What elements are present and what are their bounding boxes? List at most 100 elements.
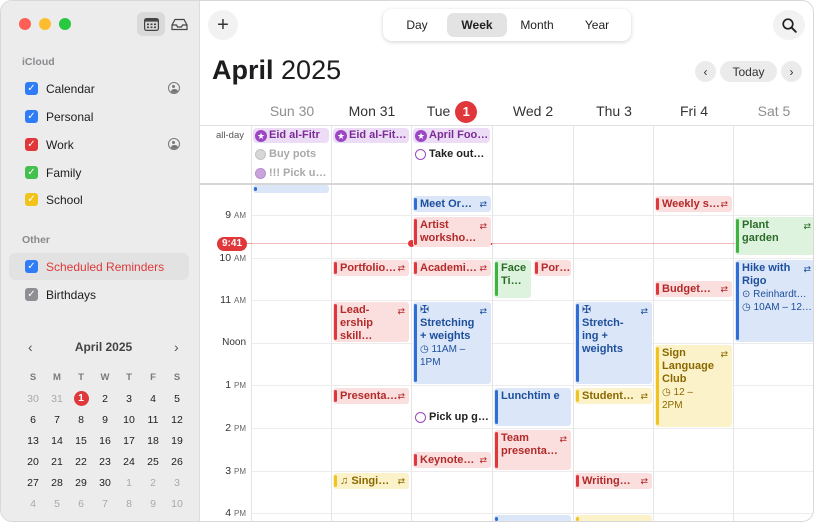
mini-calendar-day[interactable]: 19: [165, 435, 189, 447]
mini-calendar-day[interactable]: 9: [141, 498, 165, 510]
zoom-window-button[interactable]: [59, 18, 71, 30]
all-day-event[interactable]: ★ April Foo…: [413, 128, 490, 143]
calendar-event[interactable]: ✠ Stretch-ing + weights ⇄: [575, 302, 652, 384]
minimize-window-button[interactable]: [39, 18, 51, 30]
reminder-item[interactable]: Pick up g…: [412, 410, 491, 425]
calendar-item-calendar[interactable]: ✓ Calendar: [9, 75, 189, 102]
mini-calendar-day[interactable]: 25: [141, 456, 165, 468]
mini-calendar-day[interactable]: 1: [117, 477, 141, 489]
shared-person-icon[interactable]: [168, 138, 180, 150]
mini-calendar-day[interactable]: 10: [165, 498, 189, 510]
mini-calendar-day[interactable]: 16: [93, 435, 117, 447]
mini-calendar-next-button[interactable]: ›: [174, 339, 179, 355]
mini-calendar-day[interactable]: 2: [141, 477, 165, 489]
calendar-event[interactable]: Team presenta… ⇄: [494, 430, 571, 470]
day-header-sun[interactable]: Sun 30: [252, 103, 332, 125]
calendar-item-scheduled-reminders[interactable]: ✓ Scheduled Reminders: [9, 253, 189, 280]
calendar-event[interactable]: [575, 515, 652, 521]
mini-calendar-day[interactable]: 21: [45, 456, 69, 468]
mini-calendar-day[interactable]: 30: [93, 477, 117, 489]
mini-calendar-day[interactable]: 12: [165, 414, 189, 426]
day-header-wed[interactable]: Wed 2: [492, 103, 574, 125]
mini-calendar-day[interactable]: 17: [117, 435, 141, 447]
mini-calendar-day[interactable]: 23: [93, 456, 117, 468]
reminder-item[interactable]: Take out…: [412, 147, 490, 162]
view-week-button[interactable]: Week: [447, 13, 507, 37]
view-day-button[interactable]: Day: [387, 13, 447, 37]
mini-calendar-day[interactable]: 1: [69, 391, 93, 406]
checkbox-scheduled-reminders[interactable]: ✓: [25, 260, 38, 273]
calendar-event[interactable]: [494, 515, 571, 521]
inbox-button[interactable]: [165, 12, 193, 36]
all-day-event[interactable]: ★ Eid al-Fitr: [253, 128, 329, 143]
all-day-event[interactable]: ★ Eid al-Fit…: [333, 128, 409, 143]
calendar-event[interactable]: Portfolio… ⇄: [333, 260, 409, 276]
close-window-button[interactable]: [19, 18, 31, 30]
mini-calendar-day[interactable]: 5: [165, 393, 189, 405]
calendar-item-school[interactable]: ✓ School: [9, 186, 189, 213]
mini-calendar-day[interactable]: 10: [117, 414, 141, 426]
mini-calendar-day[interactable]: 6: [69, 498, 93, 510]
mini-calendar-day[interactable]: 31: [45, 393, 69, 405]
calendar-event[interactable]: ♫ Singi… ⇄: [333, 473, 409, 489]
mini-calendar-day[interactable]: 18: [141, 435, 165, 447]
calendar-event[interactable]: Keynote… ⇄: [413, 452, 491, 468]
calendar-event[interactable]: [253, 185, 329, 193]
calendar-event[interactable]: Writing… ⇄: [575, 473, 652, 489]
mini-calendar-day[interactable]: 2: [93, 393, 117, 405]
calendar-item-personal[interactable]: ✓ Personal: [9, 103, 189, 130]
calendar-event[interactable]: Meet Or… ⇄: [413, 196, 491, 212]
calendar-event[interactable]: Academi… ⇄: [413, 260, 491, 276]
mini-calendar-day[interactable]: 22: [69, 456, 93, 468]
reminder-circle-icon[interactable]: [415, 148, 426, 160]
calendar-event[interactable]: Presenta… ⇄: [333, 388, 409, 404]
calendar-list-toggle-button[interactable]: [137, 12, 165, 36]
mini-calendar-day[interactable]: 11: [141, 414, 165, 426]
calendar-item-birthdays[interactable]: ✓ Birthdays: [9, 281, 189, 308]
calendar-event[interactable]: Face Ti…: [494, 260, 531, 298]
mini-calendar-day[interactable]: 20: [21, 456, 45, 468]
reminder-circle-icon[interactable]: [415, 411, 426, 423]
calendar-event[interactable]: Plant garden ⇄: [735, 217, 813, 255]
calendar-event[interactable]: Hike with Rigo ⊙ Reinhardt… ◷ 10AM – 12……: [735, 260, 813, 342]
view-year-button[interactable]: Year: [567, 13, 627, 37]
mini-calendar-day[interactable]: 9: [93, 414, 117, 426]
previous-week-button[interactable]: ‹: [695, 61, 716, 82]
add-event-button[interactable]: +: [208, 10, 238, 40]
calendar-event[interactable]: Student… ⇄: [575, 388, 652, 404]
mini-calendar-day[interactable]: 13: [21, 435, 45, 447]
mini-calendar-day[interactable]: 7: [45, 414, 69, 426]
day-header-thu[interactable]: Thu 3: [574, 103, 654, 125]
mini-calendar-day[interactable]: 5: [45, 498, 69, 510]
mini-calendar-day[interactable]: 4: [141, 393, 165, 405]
checkbox-personal[interactable]: ✓: [25, 110, 38, 123]
checkbox-birthdays[interactable]: ✓: [25, 288, 38, 301]
checkbox-work[interactable]: ✓: [25, 138, 38, 151]
next-week-button[interactable]: ›: [781, 61, 802, 82]
mini-calendar-day[interactable]: 8: [117, 498, 141, 510]
calendar-event[interactable]: Sign Language Club ◷ 12 – 2PM ⇄: [655, 345, 732, 427]
day-header-sat[interactable]: Sat 5: [734, 103, 813, 125]
mini-calendar-day[interactable]: 29: [69, 477, 93, 489]
mini-calendar-day[interactable]: 28: [45, 477, 69, 489]
checkbox-calendar[interactable]: ✓: [25, 82, 38, 95]
mini-calendar-day[interactable]: 3: [165, 477, 189, 489]
day-header-mon[interactable]: Mon 31: [332, 103, 412, 125]
calendar-event[interactable]: Lunchtim e: [494, 388, 571, 426]
mini-calendar-day[interactable]: 15: [69, 435, 93, 447]
mini-calendar-day[interactable]: 6: [21, 414, 45, 426]
calendar-event[interactable]: Artist workshо… ⇄: [413, 217, 491, 247]
mini-calendar-day[interactable]: 8: [69, 414, 93, 426]
mini-calendar-day[interactable]: 27: [21, 477, 45, 489]
search-button[interactable]: [773, 10, 805, 40]
view-month-button[interactable]: Month: [507, 13, 567, 37]
mini-calendar-day[interactable]: 30: [21, 393, 45, 405]
today-button[interactable]: Today: [720, 61, 777, 82]
mini-calendar-day[interactable]: 24: [117, 456, 141, 468]
calendar-event[interactable]: Budget… ⇄: [655, 281, 732, 297]
calendar-item-work[interactable]: ✓ Work: [9, 131, 189, 158]
mini-calendar-day[interactable]: 26: [165, 456, 189, 468]
mini-calendar-day[interactable]: 14: [45, 435, 69, 447]
mini-calendar-day[interactable]: 7: [93, 498, 117, 510]
calendar-event[interactable]: Por…: [534, 260, 571, 276]
